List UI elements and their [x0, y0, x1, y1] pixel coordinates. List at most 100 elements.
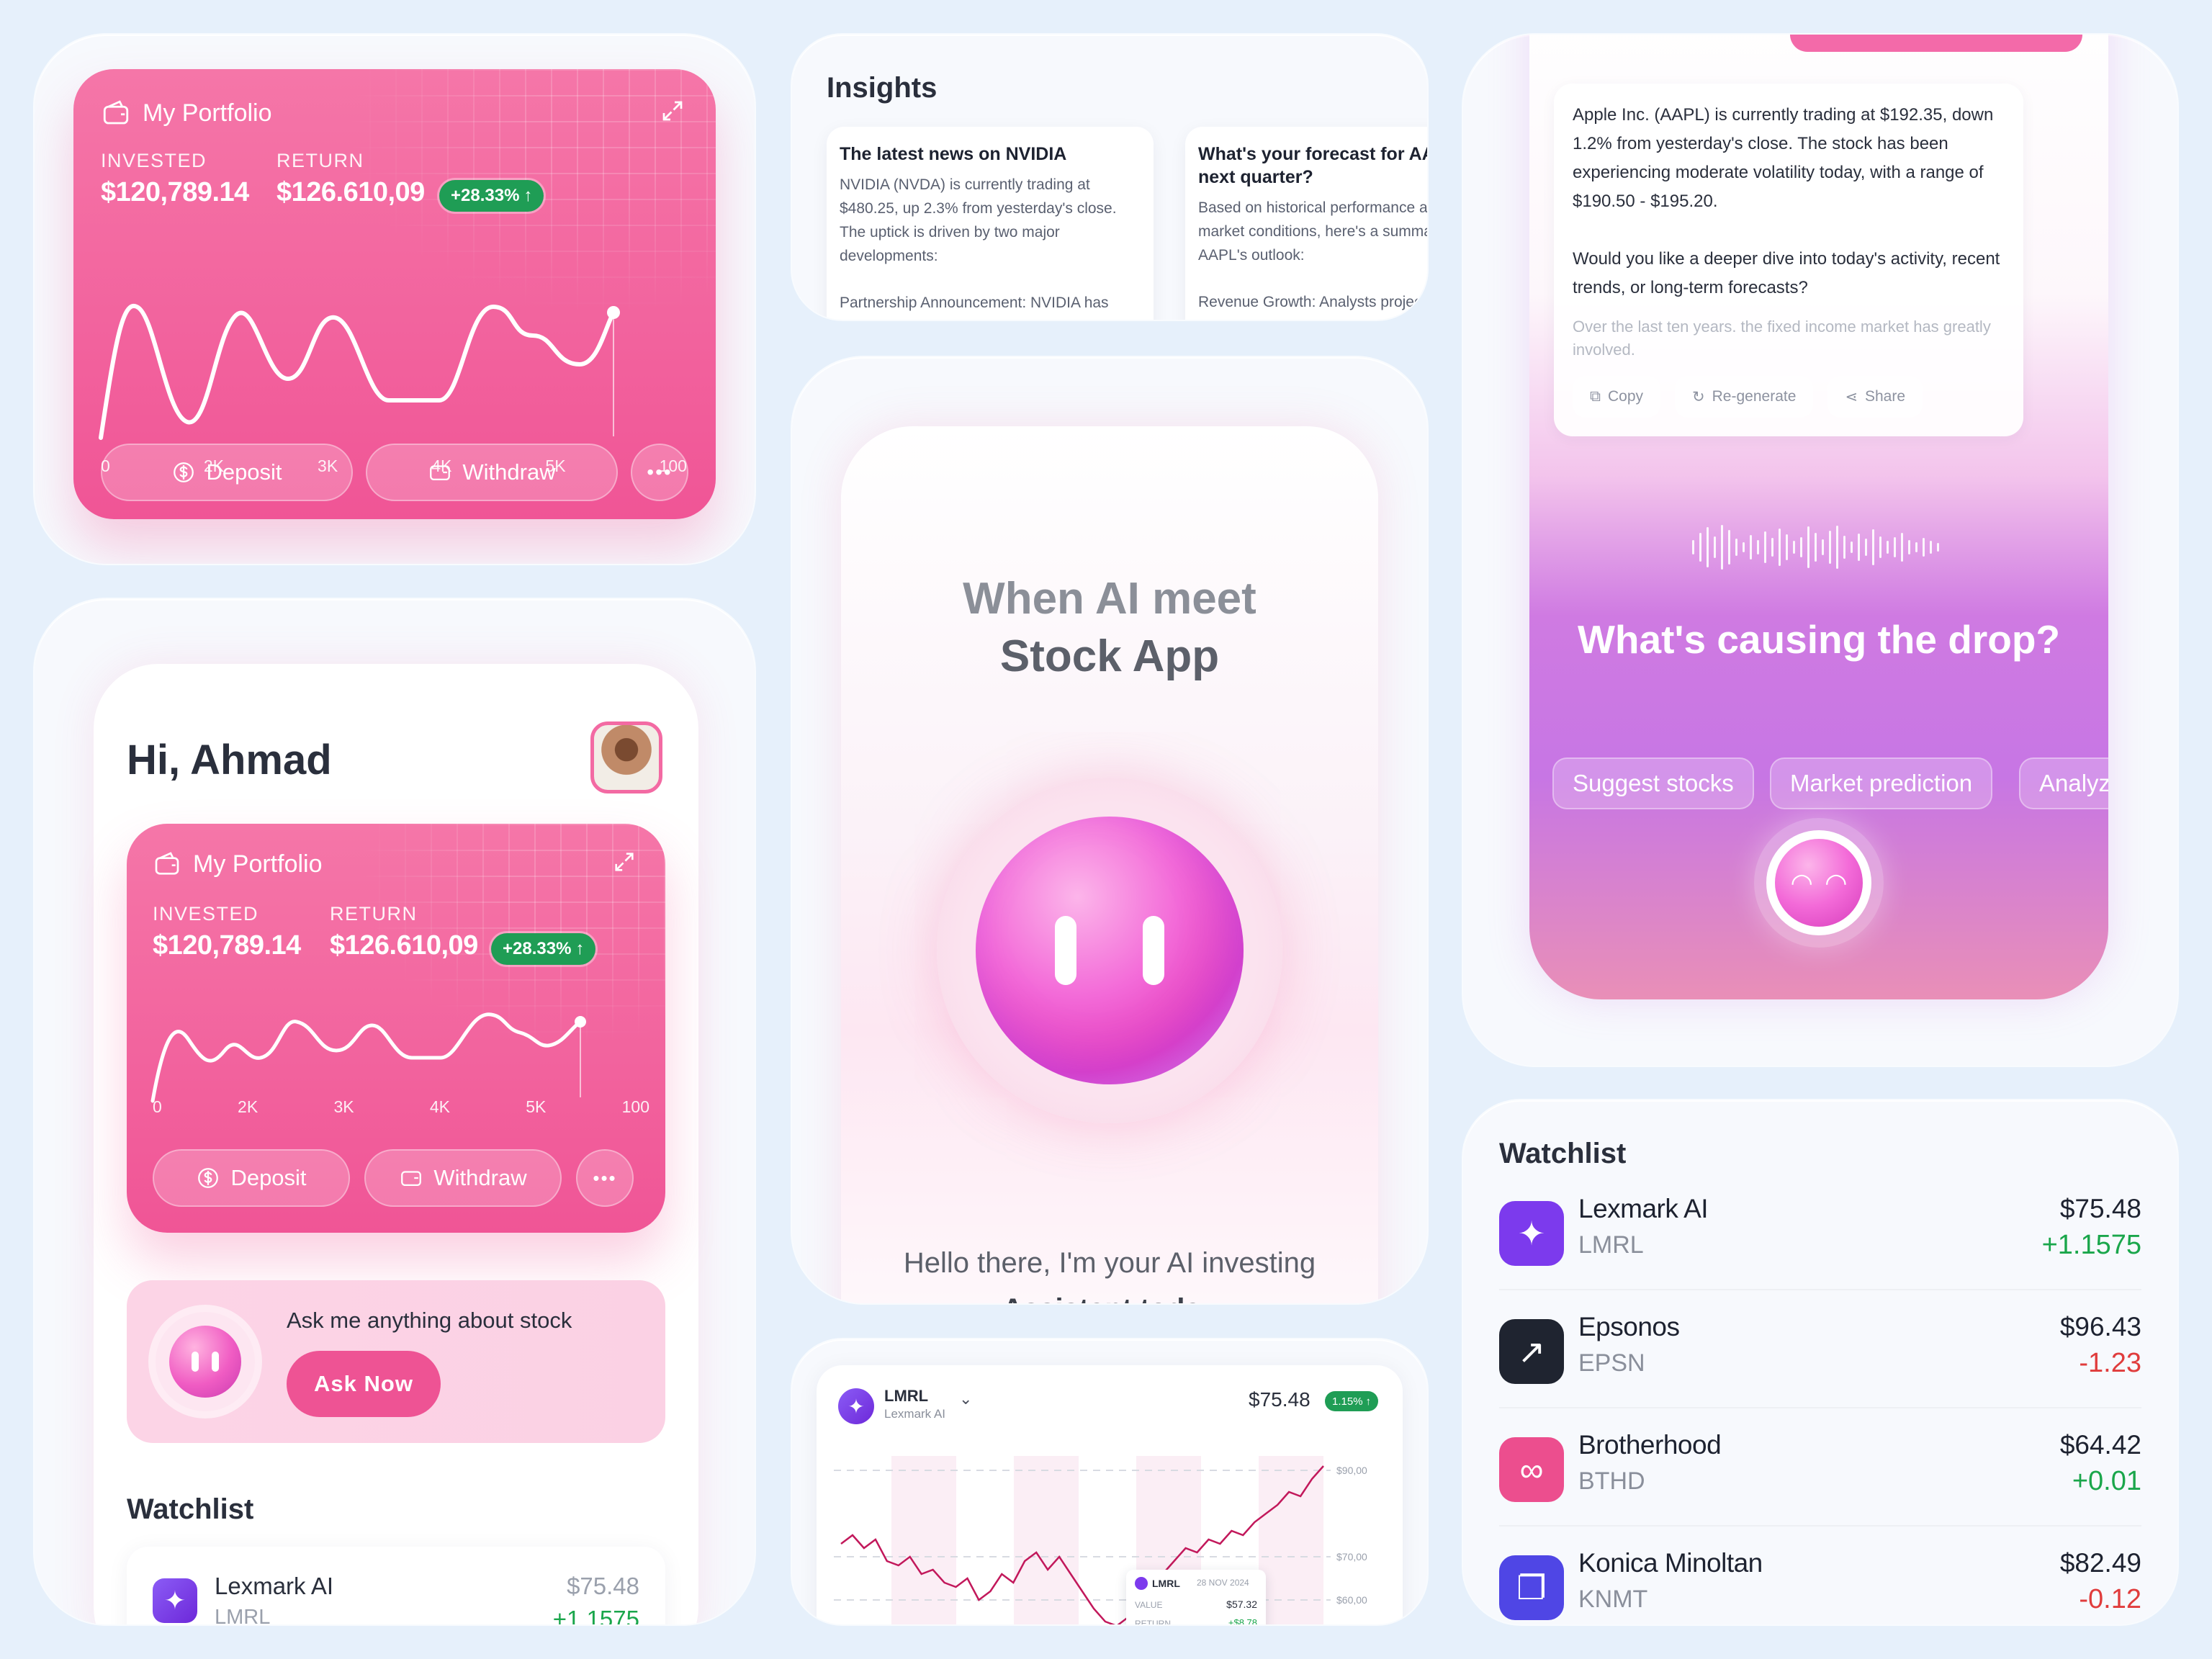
watchlist-item[interactable]: ✦ Lexmark AI LMRL $75.48 +1.1575 — [127, 1547, 665, 1624]
y-tick-label: $90,00 — [1336, 1465, 1367, 1476]
wave-bar — [1930, 541, 1932, 554]
chip-suggest-stocks[interactable]: Suggest stocks — [1552, 757, 1754, 809]
avatar[interactable] — [590, 721, 662, 793]
ai-response-card: Apple Inc. (AAPL) is currently trading a… — [1554, 84, 2023, 436]
wave-bar — [1743, 542, 1745, 552]
chart-ticker: LMRL — [884, 1387, 929, 1405]
ai-response-faded: Over the last ten years. the fixed incom… — [1573, 318, 1991, 359]
stock-ticker: LMRL — [1578, 1231, 1644, 1259]
ai-mascot-icon[interactable]: ◠ ◠ — [1754, 818, 1884, 948]
wave-bar — [1937, 543, 1939, 552]
wave-bar — [1707, 527, 1709, 567]
wave-bar — [1699, 533, 1701, 562]
share-icon: ⋖ — [1845, 388, 1858, 405]
invested-label: INVESTED — [101, 150, 207, 171]
more-dots-icon: ••• — [593, 1166, 617, 1189]
wave-bar — [1887, 541, 1889, 554]
dollar-icon — [174, 462, 194, 482]
wave-bar — [1822, 539, 1824, 555]
chip-market-prediction[interactable]: Market prediction — [1770, 757, 1993, 809]
share-button[interactable]: ⋖ Share — [1827, 376, 1923, 418]
copy-button[interactable]: ⧉ Copy — [1573, 376, 1661, 418]
portfolio-panel: My Portfolio INVESTED RETURN $120,789.14… — [35, 35, 755, 564]
wave-bar — [1793, 541, 1795, 554]
chip-analyze[interactable]: Analyze — [2019, 757, 2108, 809]
wave-bar — [1750, 535, 1752, 559]
chart-company: Lexmark AI — [884, 1407, 946, 1421]
stock-change: +0.01 — [2072, 1466, 2141, 1496]
stock-change: +1.1575 — [2041, 1230, 2141, 1260]
wave-bar — [1692, 540, 1694, 554]
wave-bar — [1865, 539, 1867, 556]
more-dots-icon: ••• — [647, 461, 673, 483]
voice-question: What's causing the drop? — [1577, 617, 2061, 662]
stock-name: Konica Minoltan — [1578, 1548, 1763, 1578]
wave-bar — [1908, 540, 1910, 554]
sparkle-icon: ✦ — [838, 1388, 874, 1424]
stock-price: $96.43 — [2059, 1312, 2141, 1341]
arrow-up-icon: ↑ — [575, 939, 585, 958]
watchlist-item-knmt[interactable]: ❐ Konica Minoltan KNMT $82.49 -0.12 — [1499, 1548, 2141, 1624]
wallet-icon — [103, 100, 129, 125]
stock-ticker: EPSN — [1578, 1349, 1645, 1377]
wave-bar — [1764, 531, 1766, 563]
portfolio-card: My Portfolio INVESTED RETURN $120,789.14… — [73, 69, 716, 519]
withdraw-button[interactable]: Withdraw — [366, 444, 618, 501]
stock-price: $75.48 — [2059, 1194, 2141, 1223]
ask-ai-card: Ask me anything about stock Ask Now — [127, 1280, 665, 1443]
y-tick-label: $60,00 — [1336, 1594, 1367, 1606]
stock-line-chart: $90,00 $70,00 $60,00 — [834, 1456, 1367, 1624]
row-divider — [1499, 1525, 2141, 1527]
expand-icon[interactable] — [612, 850, 637, 874]
wave-bar — [1843, 536, 1845, 559]
insight-footer: Revenue Growth: Analysts project — [1198, 294, 1426, 310]
expand-icon[interactable] — [660, 98, 685, 124]
stock-ticker: BTHD — [1578, 1467, 1645, 1495]
watchlist-title: Watchlist — [1499, 1138, 1627, 1169]
home-panel: Hi, Ahmad My Portfolio INVESTED RETURN $… — [35, 599, 755, 1624]
layers-icon: ❐ — [1499, 1555, 1564, 1620]
deposit-button[interactable]: Deposit — [101, 444, 353, 501]
watchlist-item-epsn[interactable]: ↗ Epsonos EPSN $96.43 -1.23 — [1499, 1312, 2141, 1413]
invested-label: INVESTED — [153, 903, 259, 925]
insight-card-aapl[interactable]: What's your forecast for AAPL next quart… — [1185, 127, 1427, 320]
ask-now-button[interactable]: Ask Now — [287, 1351, 441, 1417]
greeting-title: Hi, Ahmad — [127, 737, 332, 783]
stock-change: -1.23 — [2079, 1348, 2141, 1378]
stock-chart-card: ✦ LMRL Lexmark AI ⌄ $75.48 1.15% ↑ $90,00… — [817, 1365, 1403, 1624]
regenerate-button[interactable]: ↻ Re-generate — [1675, 376, 1814, 418]
ai-response-question: Would you like a deeper dive into today'… — [1573, 249, 2000, 297]
chart-price: $75.48 — [1249, 1388, 1310, 1411]
portfolio-line-chart — [99, 304, 620, 440]
chat-panel: Apple Inc. (AAPL) is currently trading a… — [1463, 35, 2177, 1066]
deposit-button[interactable]: Deposit — [153, 1149, 350, 1207]
wave-bar — [1735, 539, 1737, 556]
more-button[interactable]: ••• — [631, 444, 688, 501]
portfolio-title: My Portfolio — [193, 850, 323, 878]
insight-title: What's your forecast for AAPL next quart… — [1198, 144, 1427, 187]
watchlist-item-bthd[interactable]: ∞ Brotherhood BTHD $64.42 +0.01 — [1499, 1430, 2141, 1531]
wave-bar — [1807, 526, 1809, 568]
chart-band — [891, 1456, 956, 1624]
x-axis: 0 2K 3K 4K 5K 100 — [153, 1097, 649, 1116]
sparkle-icon: ✦ — [153, 1578, 197, 1623]
insight-card-nvidia[interactable]: The latest news on NVIDIA NVIDIA (NVDA) … — [827, 127, 1154, 320]
watchlist-item-lmrl[interactable]: ✦ Lexmark AI LMRL $75.48 +1.1575 — [1499, 1194, 2141, 1295]
y-tick-label: $70,00 — [1336, 1551, 1367, 1563]
watchlist-title: Watchlist — [127, 1493, 254, 1525]
ai-avatar-icon — [156, 1312, 255, 1411]
wave-bar — [1829, 531, 1831, 564]
splash-headline: When AI meet Stock App — [963, 574, 1256, 681]
portfolio-title: My Portfolio — [143, 99, 272, 127]
wave-bar — [1872, 529, 1874, 565]
wave-bar — [1851, 541, 1853, 553]
wave-bar — [1786, 534, 1788, 560]
chevron-down-icon[interactable]: ⌄ — [959, 1390, 972, 1408]
splash-screen: When AI meet Stock App Hello there, I'm … — [841, 426, 1378, 1303]
return-value: $126.610,09 — [276, 177, 425, 207]
copy-icon: ⧉ — [1590, 388, 1601, 405]
more-button[interactable]: ••• — [576, 1149, 634, 1207]
withdraw-button[interactable]: Withdraw — [364, 1149, 562, 1207]
chart-tooltip: LMRL 28 NOV 2024 VALUE $57.32 RETURN +$8… — [1126, 1570, 1266, 1624]
wave-bar — [1836, 526, 1838, 569]
